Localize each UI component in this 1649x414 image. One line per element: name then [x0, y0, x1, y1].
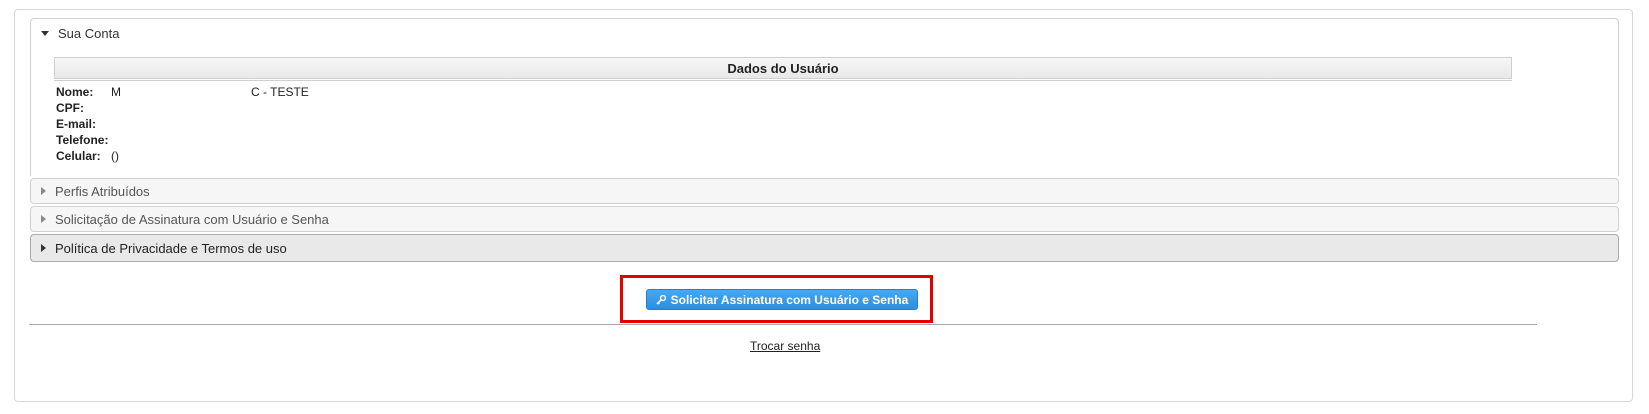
cpf-label: CPF: [56, 101, 84, 115]
account-panel-title: Sua Conta [58, 25, 120, 41]
signature-request-panel-title: Solicitação de Assinatura com Usuário e … [55, 211, 329, 227]
field-row-cpf: CPF: [56, 100, 411, 116]
caret-right-icon [41, 187, 46, 195]
account-panel-header[interactable]: Sua Conta [31, 19, 1618, 47]
signature-request-panel-header[interactable]: Solicitação de Assinatura com Usuário e … [31, 207, 1618, 231]
divider [29, 324, 1537, 325]
signature-request-panel[interactable]: Solicitação de Assinatura com Usuário e … [30, 206, 1619, 232]
cpf-value [111, 100, 411, 116]
mobile-label: Celular: [56, 149, 101, 163]
key-icon [656, 294, 666, 305]
phone-value [111, 132, 411, 148]
field-row-mobile: Celular: () [56, 148, 411, 164]
privacy-terms-panel-title: Política de Privacidade e Termos de uso [55, 240, 287, 256]
caret-down-icon [41, 30, 49, 36]
change-password-link[interactable]: Trocar senha [750, 339, 820, 353]
user-fields: Nome: M C - TESTE CPF: E-mail: Telefone:… [56, 84, 411, 164]
email-value [111, 116, 411, 132]
field-row-name: Nome: M C - TESTE [56, 84, 411, 100]
privacy-terms-panel-header[interactable]: Política de Privacidade e Termos de uso [31, 235, 1618, 261]
profiles-panel-header[interactable]: Perfis Atribuídos [31, 179, 1618, 203]
privacy-terms-panel[interactable]: Política de Privacidade e Termos de uso [30, 234, 1619, 262]
field-row-phone: Telefone: [56, 132, 411, 148]
caret-right-icon [41, 215, 46, 223]
mobile-value: () [111, 149, 119, 163]
profiles-panel-title: Perfis Atribuídos [55, 183, 150, 199]
request-signature-label: Solicitar Assinatura com Usuário e Senha [670, 292, 909, 307]
name-label: Nome: [56, 85, 94, 99]
request-signature-button[interactable]: Solicitar Assinatura com Usuário e Senha [646, 289, 918, 310]
caret-right-icon [41, 244, 46, 252]
user-data-table-header: Dados do Usuário [54, 57, 1512, 79]
field-row-email: E-mail: [56, 116, 411, 132]
user-data-title: Dados do Usuário [727, 60, 839, 76]
profiles-panel[interactable]: Perfis Atribuídos [30, 178, 1619, 204]
phone-label: Telefone: [56, 133, 109, 147]
email-label: E-mail: [56, 117, 97, 131]
name-value: M C - TESTE [111, 85, 309, 99]
table-rule [54, 80, 1512, 81]
